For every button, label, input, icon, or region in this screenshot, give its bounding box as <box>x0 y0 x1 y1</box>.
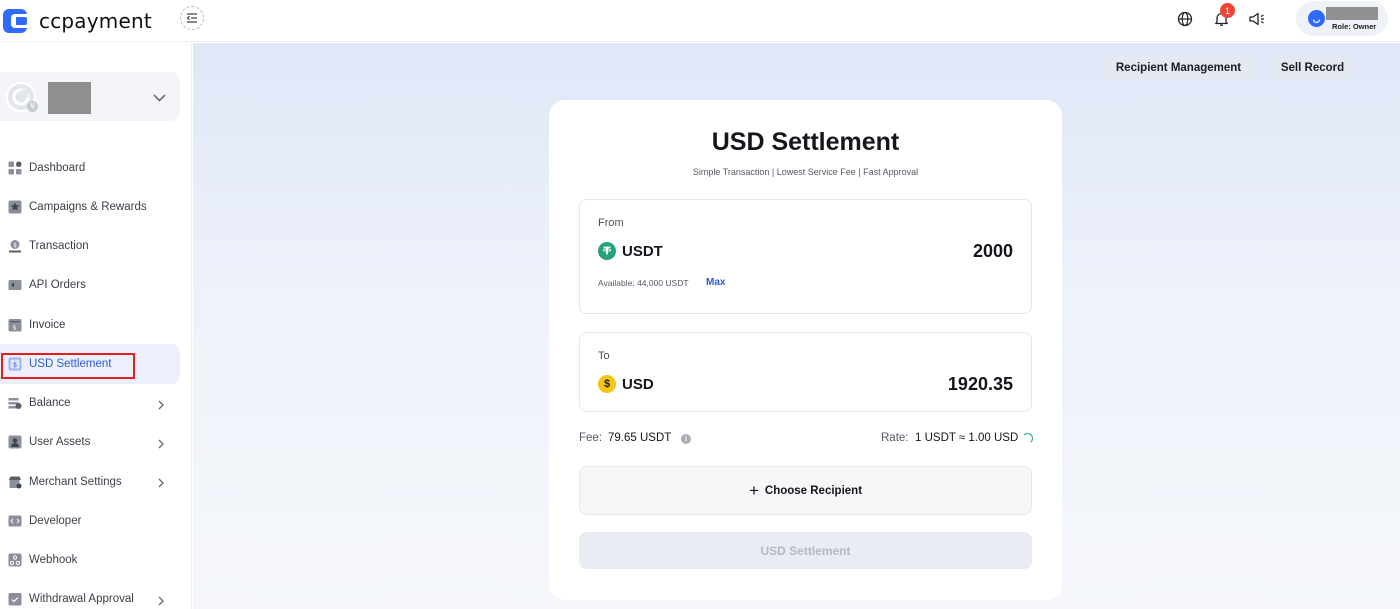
chevron-right-icon <box>158 593 164 609</box>
sidebar-item-developer[interactable]: Developer <box>0 501 192 540</box>
brand-logo[interactable]: ccpayment <box>3 9 152 33</box>
withdrawal-icon <box>7 592 22 607</box>
chevron-down-icon <box>153 89 166 107</box>
sidebar-item-webhook[interactable]: Webhook <box>0 541 192 580</box>
page-subtitle: Simple Transaction | Lowest Service Fee … <box>692 167 919 177</box>
user-name-redacted <box>1326 7 1378 20</box>
user-menu[interactable]: Role: Owner <box>1296 1 1388 36</box>
usdt-coin-icon <box>598 242 616 260</box>
sidebar-item-merchant-settings[interactable]: Merchant Settings <box>0 462 192 501</box>
sidebar-item-label: Campaigns & Rewards <box>29 200 147 213</box>
sidebar-item-balance[interactable]: Balance <box>0 384 192 423</box>
sidebar-item-label: Merchant Settings <box>29 475 122 488</box>
svg-text:$: $ <box>12 324 16 331</box>
ccpayment-logo-icon <box>3 9 27 33</box>
fee-value: 79.65 USDT <box>608 432 672 444</box>
globe-icon[interactable] <box>1174 8 1196 30</box>
info-icon[interactable]: i <box>681 434 691 444</box>
sidebar-item-api-orders[interactable]: API Orders <box>0 266 192 305</box>
chevron-right-icon <box>158 397 164 415</box>
sidebar-item-label: USD Settlement <box>29 357 112 370</box>
account-name-redacted <box>48 82 91 114</box>
usd-coin-icon: $ <box>598 375 616 393</box>
sidebar-item-usd-settlement[interactable]: $ USD Settlement <box>0 344 180 384</box>
page-title: USD Settlement <box>711 128 900 156</box>
refresh-spinner-icon <box>1022 433 1033 444</box>
from-coin-name: USDT <box>622 243 663 260</box>
choose-recipient-button[interactable]: + Choose Recipient <box>579 466 1032 515</box>
top-bar: ccpayment 1 Role: Owner <box>0 0 1400 42</box>
usd-settlement-submit-button[interactable]: USD Settlement <box>579 532 1032 569</box>
to-panel: To $ USD 1920.35 <box>579 332 1032 412</box>
to-amount: 1920.35 <box>947 374 1013 394</box>
sidebar-item-label: Developer <box>29 514 82 527</box>
balance-icon <box>7 396 22 411</box>
usd-settlement-icon: $ <box>7 356 22 371</box>
sell-record-button[interactable]: Sell Record <box>1270 55 1355 81</box>
sidebar-item-label: Dashboard <box>29 161 86 174</box>
to-label: To <box>598 350 610 362</box>
account-switcher[interactable]: V <box>0 72 180 121</box>
notification-badge: 1 <box>1220 3 1235 18</box>
from-label: From <box>598 217 624 229</box>
recipient-management-button[interactable]: Recipient Management <box>1103 55 1254 81</box>
available-balance: Available: 44,000 USDT <box>598 278 689 288</box>
api-orders-icon <box>7 278 22 293</box>
sidebar-item-transaction[interactable]: $ Transaction <box>0 227 192 266</box>
star-icon <box>7 199 22 214</box>
user-assets-icon <box>7 435 22 450</box>
webhook-icon <box>7 553 22 568</box>
sidebar-item-label: Invoice <box>29 318 66 331</box>
sidebar-item-user-assets[interactable]: User Assets <box>0 423 192 462</box>
user-role: Role: Owner <box>1332 22 1377 31</box>
sidebar-item-label: Withdrawal Approval <box>29 593 134 606</box>
fee-label: Fee: <box>579 432 603 444</box>
choose-recipient-label: Choose Recipient <box>764 484 863 497</box>
sidebar-nav: Dashboard Campaigns & Rewards $ Transact… <box>0 148 192 609</box>
dashboard-icon <box>7 160 22 175</box>
plus-icon: + <box>748 481 759 500</box>
sidebar-item-label: API Orders <box>29 279 86 292</box>
from-amount-input[interactable]: 2000 <box>973 241 1013 262</box>
max-button[interactable]: Max <box>706 277 725 288</box>
collapse-sidebar-icon[interactable] <box>180 6 204 30</box>
code-icon <box>7 513 22 528</box>
rate-label: Rate: <box>881 432 909 444</box>
rate-value: 1 USDT ≈ 1.00 USD <box>915 432 1019 444</box>
sidebar-item-invoice[interactable]: $ Invoice <box>0 305 192 344</box>
to-coin-name: USD <box>622 376 654 393</box>
sidebar-item-dashboard[interactable]: Dashboard <box>0 148 192 187</box>
main-content: Recipient Management Sell Record USD Set… <box>193 43 1400 609</box>
svg-text:$: $ <box>12 361 16 369</box>
settlement-card: USD Settlement Simple Transaction | Lowe… <box>549 100 1062 600</box>
verified-icon: V <box>27 101 38 112</box>
sidebar-item-label: Transaction <box>29 240 89 253</box>
avatar <box>1308 10 1325 27</box>
sidebar-item-label: Balance <box>29 397 71 410</box>
chevron-right-icon <box>158 436 164 454</box>
svg-text:$: $ <box>13 242 17 249</box>
sidebar-item-label: Webhook <box>29 554 78 567</box>
from-panel: From USDT 2000 Available: 44,000 USDT Ma… <box>579 199 1032 314</box>
invoice-icon: $ <box>7 317 22 332</box>
sidebar-item-campaigns-rewards[interactable]: Campaigns & Rewards <box>0 187 192 226</box>
transaction-icon: $ <box>7 239 22 254</box>
chevron-right-icon <box>158 475 164 493</box>
fee-rate-row: Fee: 79.65 USDT i Rate: 1 USDT ≈ 1.00 US… <box>579 432 1033 448</box>
brand-name: ccpayment <box>39 9 152 33</box>
merchant-settings-icon <box>7 474 22 489</box>
sidebar-item-label: User Assets <box>29 436 91 449</box>
sidebar-item-withdrawal-approval[interactable]: Withdrawal Approval <box>0 580 192 609</box>
megaphone-icon[interactable] <box>1246 8 1268 30</box>
sidebar: V Dashboard Campaigns & Rewards $ Transa… <box>0 42 192 609</box>
